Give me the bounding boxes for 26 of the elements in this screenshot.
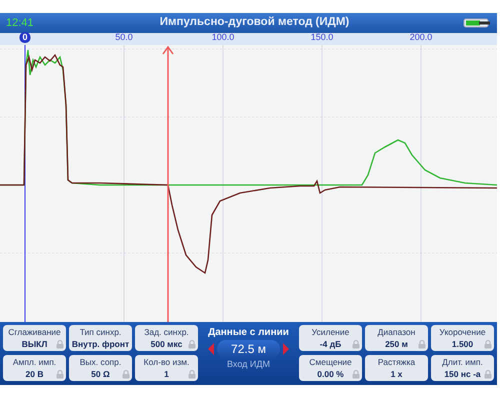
ruler-label: 50.0: [115, 32, 133, 43]
parameter-tile[interactable]: Зад. синхр. 500 мкс: [135, 325, 198, 351]
left-arrow-icon[interactable]: [207, 342, 216, 356]
ruler-label: 100.0: [212, 32, 234, 43]
parameter-tile[interactable]: Ампл. имп. 20 В: [3, 355, 66, 381]
parameter-tile[interactable]: Усиление -4 дБ: [299, 325, 362, 351]
input-source: Вход ИДМ: [227, 358, 270, 371]
ruler-label: 150.0: [310, 32, 334, 43]
parameter-tile[interactable]: Сглаживание ВЫКЛ: [3, 325, 66, 351]
cursor-line[interactable]: [162, 46, 174, 322]
parameter-tile[interactable]: Длит. имп. 150 нс -а: [431, 355, 494, 381]
cursor-distance: 72.5 м: [217, 340, 280, 358]
clock-time: 12:41: [6, 16, 35, 31]
parameter-tile[interactable]: Кол-во изм. 1: [135, 355, 198, 381]
battery-icon: [463, 18, 491, 28]
screen-title: Импульсно-дуговой метод (ИДМ): [158, 15, 350, 30]
parameter-tile[interactable]: Растяжка 1 х: [365, 355, 428, 381]
ruler-label: 0: [20, 32, 30, 43]
panel-title: Данные с линии: [208, 326, 289, 340]
parameter-tile[interactable]: Вых. сопр. 50 Ω: [69, 355, 132, 381]
parameter-tile[interactable]: Диапазон 250 м: [365, 325, 428, 351]
parameter-tile[interactable]: Смещение 0.00 %: [299, 355, 362, 381]
parameter-tile[interactable]: Тип синхр. Внутр. фронт: [69, 325, 132, 351]
parameter-tile[interactable]: Укорочение 1.500: [431, 325, 494, 351]
right-arrow-icon[interactable]: [282, 342, 290, 356]
ruler-label: 200.0: [410, 32, 432, 43]
